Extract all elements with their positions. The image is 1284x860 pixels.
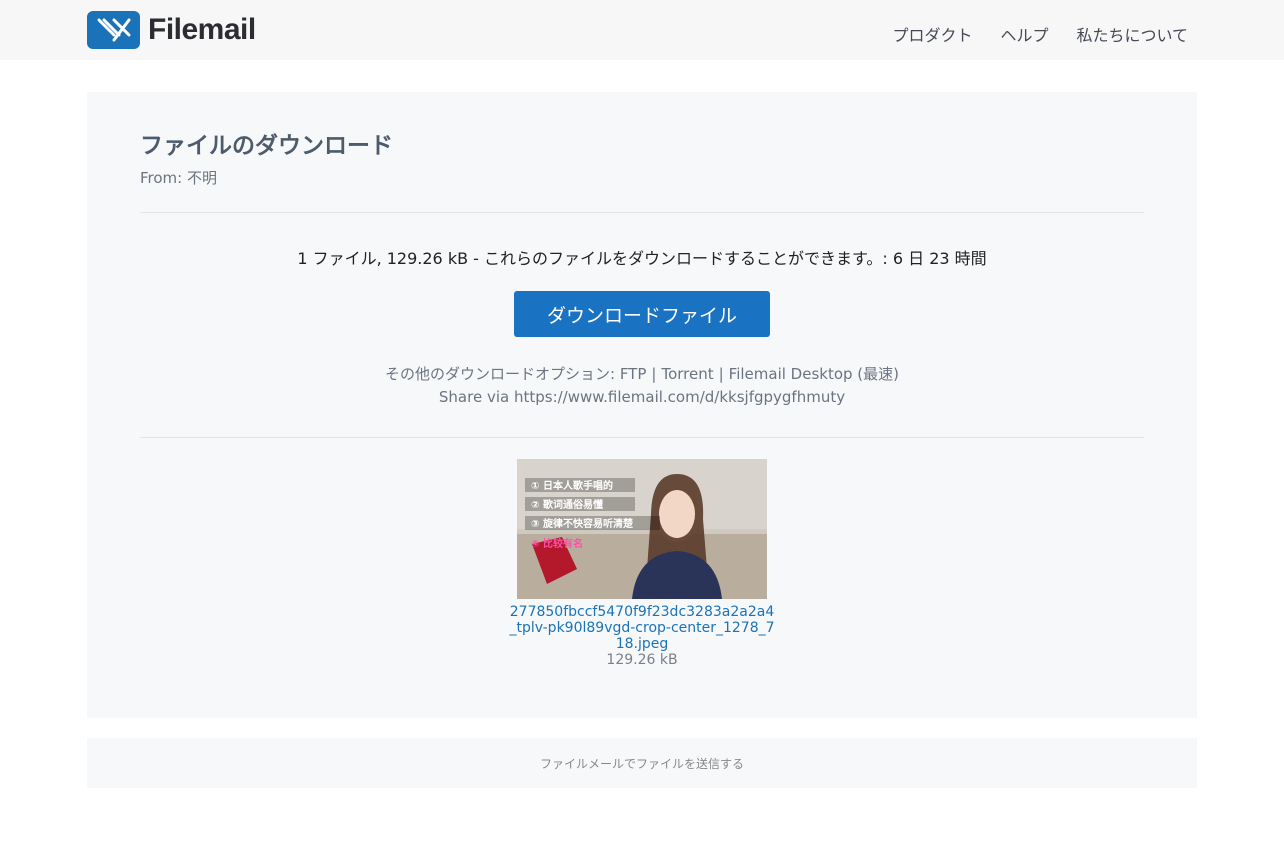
share-link[interactable]: Share via https://www.filemail.com/d/kks… [87,386,1197,409]
filemail-logo-icon [87,11,140,49]
transfer-summary: 1 ファイル, 129.26 kB - これらのファイルをダウンロードすることが… [297,249,987,268]
file-thumbnail[interactable]: ① 日本人歌手唱的 ② 歌词通俗易懂 ③ 旋律不快容易听清楚 ④ 比较有名 [517,459,767,599]
options-label: その他のダウンロードオプション: [384,365,620,383]
top-navbar: Filemail プロダクト ヘルプ 私たちについて [0,0,1284,60]
nav-item-help[interactable]: ヘルプ [1000,22,1048,46]
divider [140,437,1144,438]
logo-text: Filemail [148,13,256,46]
footer: ファイルメールでファイルを送信する [87,738,1197,788]
thumbnail-caption-2: ② 歌词通俗易懂 [531,498,603,511]
separator: | [718,365,724,383]
separator: | [651,365,657,383]
main-nav: プロダクト ヘルプ 私たちについて [892,22,1188,46]
send-files-link[interactable]: ファイルメールでファイルを送信する [540,755,744,772]
torrent-link[interactable]: Torrent [661,365,713,383]
filemail-logo[interactable]: Filemail [87,11,256,49]
thumbnail-caption-3: ③ 旋律不快容易听清楚 [531,517,633,530]
divider [140,212,1144,213]
file-name-link[interactable]: 277850fbccf5470f9f23dc3283a2a2a4_tplv-pk… [507,604,777,652]
nav-item-about[interactable]: 私たちについて [1076,22,1188,46]
thumbnail-caption-4: ④ 比较有名 [531,537,583,550]
thumbnail-caption-1: ① 日本人歌手唱的 [531,479,613,492]
ftp-link[interactable]: FTP [620,365,647,383]
page-title: ファイルのダウンロード [140,133,393,159]
file-size: 129.26 kB [606,652,678,668]
download-panel: ファイルのダウンロード From: 不明 1 ファイル, 129.26 kB -… [87,92,1197,718]
filemail-desktop-link[interactable]: Filemail Desktop (最速) [729,365,899,383]
download-files-button[interactable]: ダウンロードファイル [514,291,770,337]
download-options: その他のダウンロードオプション: FTP | Torrent | Filemail De… [87,363,1197,409]
sender-label: From: 不明 [140,169,217,187]
nav-item-product[interactable]: プロダクト [892,22,972,46]
